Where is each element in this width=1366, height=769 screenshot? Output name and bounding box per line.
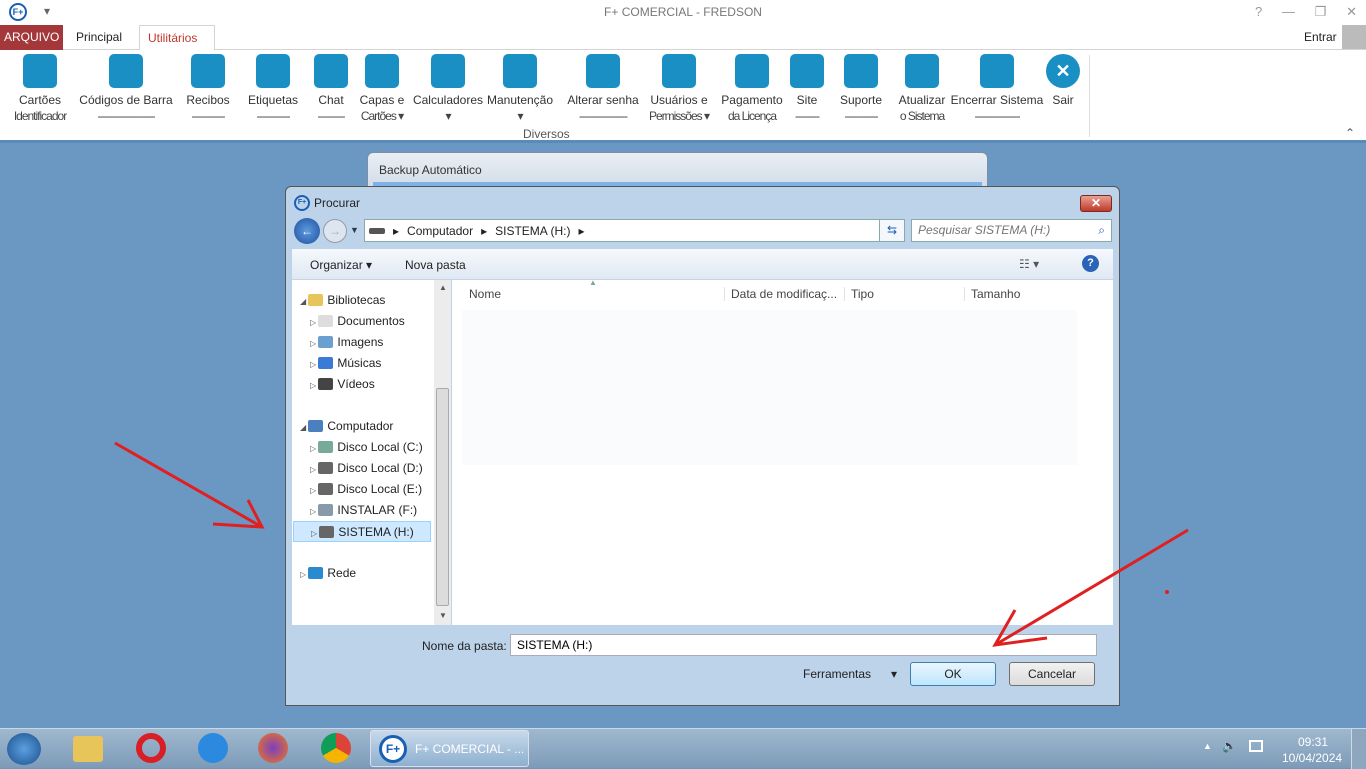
volume-icon[interactable]: 🔈 (1222, 739, 1237, 753)
chrome-icon[interactable] (321, 733, 351, 763)
show-hidden-icons[interactable]: ▲ (1203, 741, 1212, 751)
opera-icon[interactable] (136, 733, 166, 763)
network-tray-icon[interactable] (1249, 740, 1263, 752)
show-desktop-button[interactable] (1351, 729, 1366, 769)
taskbar: F+ F+ COMERCIAL - ... ▲ 🔈 09:31 10/04/20… (0, 728, 1366, 769)
fplus-icon: F+ (379, 735, 407, 763)
annotation-arrow-right (992, 528, 1189, 647)
annotation-dot (1165, 590, 1169, 594)
taskbar-app-fcomercial[interactable]: F+ F+ COMERCIAL - ... (370, 730, 529, 767)
clock-date[interactable]: 10/04/2024 (1282, 751, 1342, 765)
windows-start-icon[interactable] (7, 733, 41, 765)
ie-icon[interactable] (198, 733, 228, 763)
firefox-icon[interactable] (258, 733, 288, 763)
explorer-icon[interactable] (73, 736, 103, 762)
annotation-arrow-left (114, 441, 265, 529)
clock-time[interactable]: 09:31 (1298, 735, 1328, 749)
annotation-layer (114, 441, 1189, 647)
